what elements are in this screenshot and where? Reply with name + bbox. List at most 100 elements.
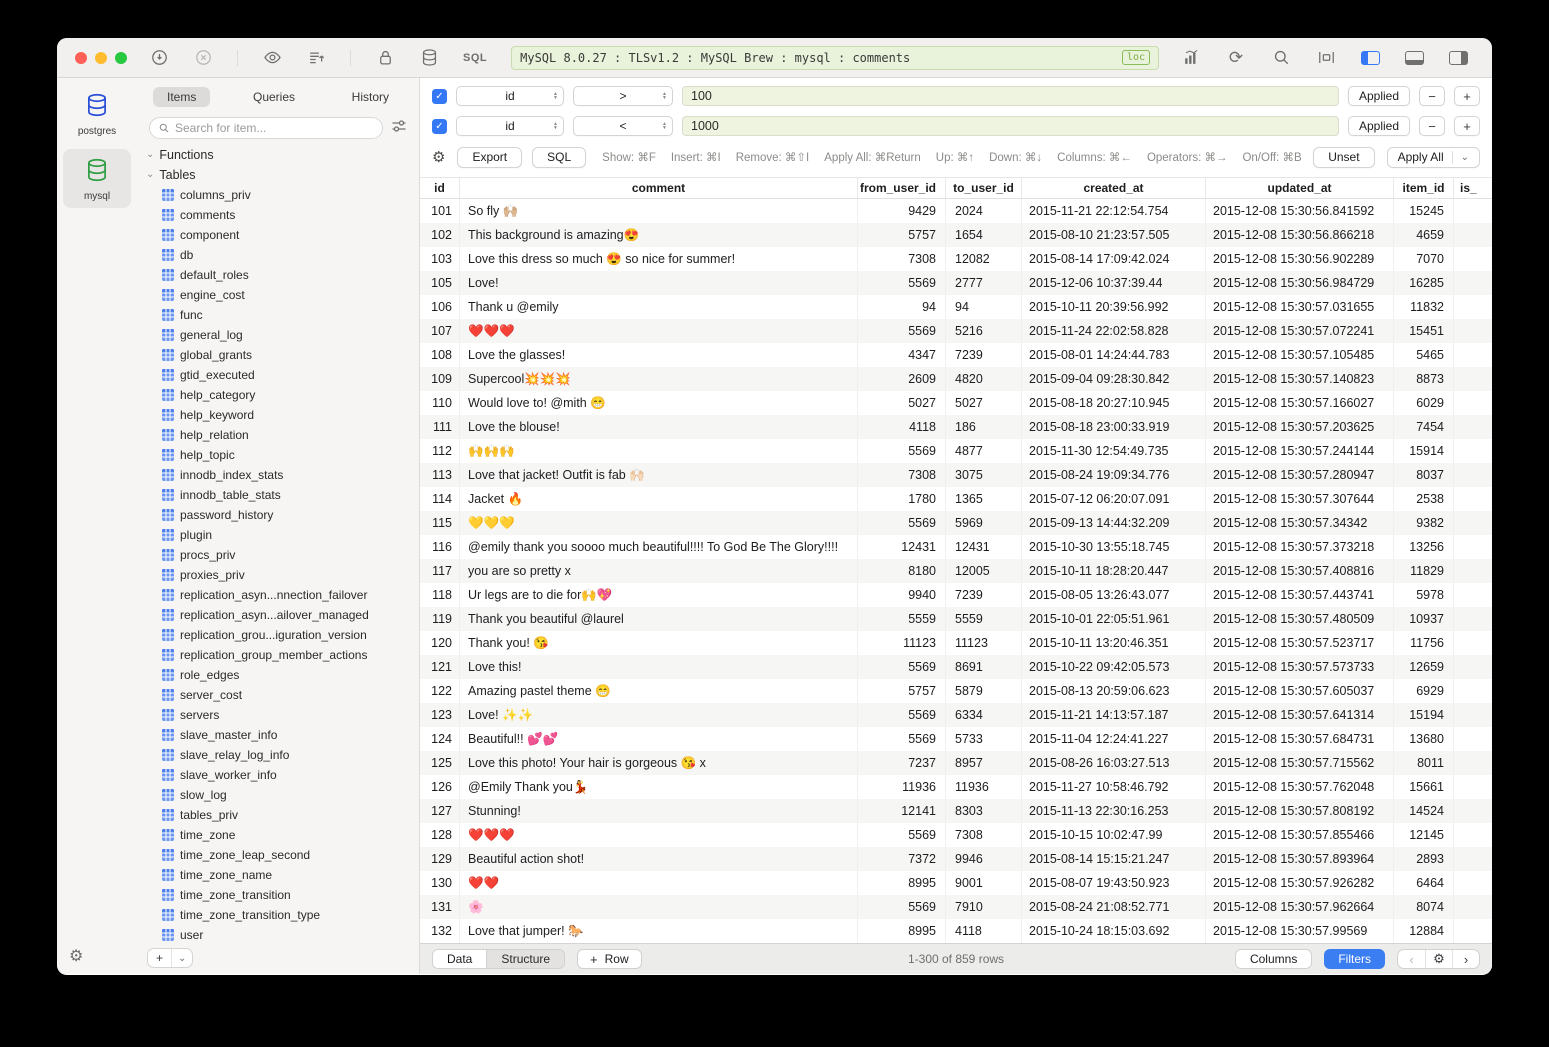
sidebar-table-role_edges[interactable]: role_edges: [137, 665, 419, 685]
sidebar-table-slow_log[interactable]: slow_log: [137, 785, 419, 805]
sidebar-table-tables_priv[interactable]: tables_priv: [137, 805, 419, 825]
sidebar-table-replication_asyn...nnection_failover[interactable]: replication_asyn...nnection_failover: [137, 585, 419, 605]
sidebar-table-general_log[interactable]: general_log: [137, 325, 419, 345]
sidebar-table-help_relation[interactable]: help_relation: [137, 425, 419, 445]
toggle-right-panel-icon[interactable]: [1449, 51, 1468, 65]
tab-history[interactable]: History: [338, 87, 403, 107]
table-row[interactable]: 110Would love to! @mith 😁502750272015-08…: [420, 391, 1492, 415]
toggle-left-sidebar-icon[interactable]: [1361, 51, 1380, 65]
structure-tab[interactable]: Structure: [486, 950, 564, 968]
column-header-comment[interactable]: comment: [460, 178, 858, 198]
table-row[interactable]: 118Ur legs are to die for🙌💖994072392015-…: [420, 583, 1492, 607]
filter-column-select[interactable]: id▲▼: [456, 116, 564, 136]
sidebar-table-time_zone_transition_type[interactable]: time_zone_transition_type: [137, 905, 419, 925]
sql-button[interactable]: SQL: [532, 147, 586, 168]
sidebar-table-innodb_table_stats[interactable]: innodb_table_stats: [137, 485, 419, 505]
add-connection-button[interactable]: + ⌄: [147, 948, 193, 968]
sidebar-table-help_topic[interactable]: help_topic: [137, 445, 419, 465]
chevron-down-icon[interactable]: ⌄: [171, 949, 192, 967]
sidebar-table-password_history[interactable]: password_history: [137, 505, 419, 525]
filter-remove-button[interactable]: −: [1419, 86, 1445, 106]
settings-gear-icon[interactable]: ⚙︎: [69, 946, 83, 966]
connection-postgres[interactable]: postgres: [63, 84, 131, 143]
sidebar-table-db[interactable]: db: [137, 245, 419, 265]
database-icon[interactable]: [419, 48, 439, 68]
sidebar-table-proxies_priv[interactable]: proxies_priv: [137, 565, 419, 585]
search-box[interactable]: [149, 117, 383, 139]
sidebar-table-servers[interactable]: servers: [137, 705, 419, 725]
search-input[interactable]: [175, 121, 374, 135]
table-row[interactable]: 131🌸556979102015-08-24 21:08:52.7712015-…: [420, 895, 1492, 919]
sidebar-table-replication_asyn...ailover_managed[interactable]: replication_asyn...ailover_managed: [137, 605, 419, 625]
filter-enabled-checkbox[interactable]: ✓: [432, 119, 447, 134]
connection-mysql[interactable]: mysql: [63, 149, 131, 208]
filter-add-button[interactable]: +: [1454, 116, 1480, 136]
table-row[interactable]: 125Love this photo! Your hair is gorgeou…: [420, 751, 1492, 775]
column-header-is_[interactable]: is_: [1454, 178, 1492, 198]
filter-remove-button[interactable]: −: [1419, 116, 1445, 136]
filter-enabled-checkbox[interactable]: ✓: [432, 89, 447, 104]
table-row[interactable]: 132Love that jumper! 🐎899541182015-10-24…: [420, 919, 1492, 943]
connect-icon[interactable]: [149, 48, 169, 68]
toggle-bottom-panel-icon[interactable]: [1405, 51, 1424, 65]
table-row[interactable]: 106Thank u @emily94942015-10-11 20:39:56…: [420, 295, 1492, 319]
filter-settings-icon[interactable]: [391, 118, 407, 139]
filter-add-button[interactable]: +: [1454, 86, 1480, 106]
filter-applied-button[interactable]: Applied: [1348, 116, 1410, 136]
apply-all-button[interactable]: Apply All ⌄: [1387, 147, 1480, 168]
column-width-icon[interactable]: [1316, 48, 1336, 68]
minimize-window-button[interactable]: [95, 52, 107, 64]
table-row[interactable]: 122Amazing pastel theme 😁575758792015-08…: [420, 679, 1492, 703]
table-row[interactable]: 109Supercool💥💥💥260948202015-09-04 09:28:…: [420, 367, 1492, 391]
table-row[interactable]: 128❤️❤️❤️556973082015-10-15 10:02:47.992…: [420, 823, 1492, 847]
sidebar-table-replication_grou...iguration_version[interactable]: replication_grou...iguration_version: [137, 625, 419, 645]
column-header-item_id[interactable]: item_id: [1394, 178, 1454, 198]
table-row[interactable]: 123Love! ✨✨556963342015-11-21 14:13:57.1…: [420, 703, 1492, 727]
add-row-button[interactable]: + Row: [577, 949, 642, 969]
zoom-window-button[interactable]: [115, 52, 127, 64]
sidebar-table-slave_master_info[interactable]: slave_master_info: [137, 725, 419, 745]
sidebar-table-global_grants[interactable]: global_grants: [137, 345, 419, 365]
table-row[interactable]: 112🙌🙌🙌556948772015-11-30 12:54:49.735201…: [420, 439, 1492, 463]
filter-value-input[interactable]: [682, 86, 1339, 106]
filter-operator-select[interactable]: >▲▼: [573, 86, 673, 106]
table-row[interactable]: 117you are so pretty x8180120052015-10-1…: [420, 559, 1492, 583]
columns-button[interactable]: Columns: [1235, 949, 1312, 969]
table-row[interactable]: 103Love this dress so much 😍 so nice for…: [420, 247, 1492, 271]
table-row[interactable]: 115💛💛💛556959692015-09-13 14:44:32.209201…: [420, 511, 1492, 535]
table-row[interactable]: 114Jacket 🔥178013652015-07-12 06:20:07.0…: [420, 487, 1492, 511]
sidebar-table-server_cost[interactable]: server_cost: [137, 685, 419, 705]
disconnect-icon[interactable]: [193, 48, 213, 68]
search-icon[interactable]: [1271, 48, 1291, 68]
table-row[interactable]: 111Love the blouse!41181862015-08-18 23:…: [420, 415, 1492, 439]
lock-icon[interactable]: [375, 48, 395, 68]
table-row[interactable]: 129Beautiful action shot!737299462015-08…: [420, 847, 1492, 871]
previous-page-icon[interactable]: ‹: [1398, 950, 1425, 968]
table-row[interactable]: 101So fly 🙌🏼942920242015-11-21 22:12:54.…: [420, 199, 1492, 223]
next-page-icon[interactable]: ›: [1452, 950, 1479, 968]
table-row[interactable]: 116@emily thank you soooo much beautiful…: [420, 535, 1492, 559]
column-header-updated_at[interactable]: updated_at: [1206, 178, 1394, 198]
sidebar-table-time_zone_transition[interactable]: time_zone_transition: [137, 885, 419, 905]
sql-editor-icon[interactable]: SQL: [463, 52, 487, 64]
column-header-created_at[interactable]: created_at: [1022, 178, 1206, 198]
export-button[interactable]: Export: [457, 147, 522, 168]
filter-applied-button[interactable]: Applied: [1348, 86, 1410, 106]
table-row[interactable]: 119Thank you beautiful @laurel5559555920…: [420, 607, 1492, 631]
column-header-to_user_id[interactable]: to_user_id: [946, 178, 1022, 198]
tree-section-tables[interactable]: ⌄ Tables: [137, 165, 419, 185]
sidebar-table-help_category[interactable]: help_category: [137, 385, 419, 405]
sidebar-table-innodb_index_stats[interactable]: innodb_index_stats: [137, 465, 419, 485]
close-window-button[interactable]: [75, 52, 87, 64]
sidebar-table-time_zone[interactable]: time_zone: [137, 825, 419, 845]
filter-operator-select[interactable]: <▲▼: [573, 116, 673, 136]
table-row[interactable]: 126@Emily Thank you💃11936119362015-11-27…: [420, 775, 1492, 799]
sidebar-table-time_zone_leap_second[interactable]: time_zone_leap_second: [137, 845, 419, 865]
table-row[interactable]: 108Love the glasses!434772392015-08-01 1…: [420, 343, 1492, 367]
table-row[interactable]: 102This background is amazing😍5757165420…: [420, 223, 1492, 247]
sidebar-table-slave_relay_log_info[interactable]: slave_relay_log_info: [137, 745, 419, 765]
preview-eye-icon[interactable]: [262, 48, 282, 68]
table-row[interactable]: 105Love!556927772015-12-06 10:37:39.4420…: [420, 271, 1492, 295]
sidebar-table-procs_priv[interactable]: procs_priv: [137, 545, 419, 565]
filters-button[interactable]: Filters: [1324, 949, 1385, 969]
